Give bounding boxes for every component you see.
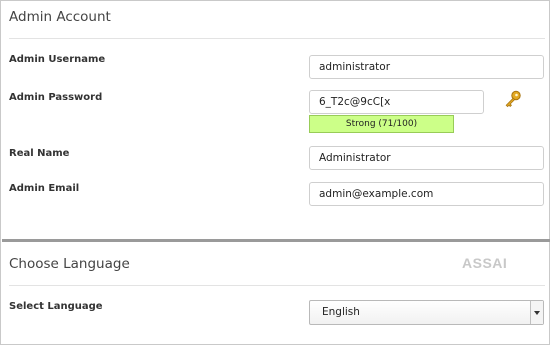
admin-email-input[interactable]: admin@example.com [309, 182, 544, 206]
section-divider [9, 38, 545, 39]
password-strength-meter: Strong (71/100) [309, 115, 454, 133]
admin-email-label: Admin Email [9, 183, 80, 194]
key-icon[interactable] [503, 89, 523, 109]
admin-password-label: Admin Password [9, 92, 103, 103]
select-language-label: Select Language [9, 301, 103, 312]
chevron-down-icon[interactable] [530, 301, 543, 324]
choose-language-heading: Choose Language [9, 256, 130, 272]
admin-password-input[interactable]: 6_T2c@9cC[x [309, 90, 484, 114]
section-divider [9, 285, 545, 286]
admin-username-label: Admin Username [9, 54, 106, 65]
real-name-label: Real Name [9, 148, 70, 159]
admin-username-input[interactable]: administrator [309, 55, 544, 79]
assai-logo: ASSAI [462, 255, 508, 271]
language-select[interactable]: English [309, 300, 544, 325]
installer-panel: Admin Account Admin Username administrat… [0, 0, 550, 345]
section-separator [2, 239, 550, 242]
real-name-input[interactable]: Administrator [309, 146, 544, 170]
language-select-value: English [322, 306, 360, 318]
admin-account-heading: Admin Account [9, 9, 111, 25]
